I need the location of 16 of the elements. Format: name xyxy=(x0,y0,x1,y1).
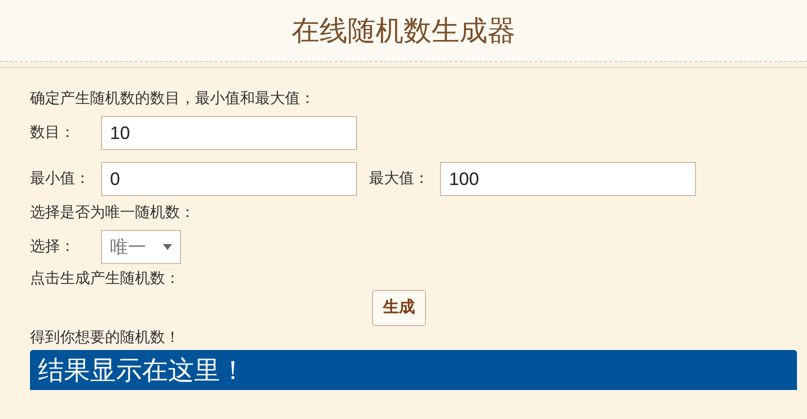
field-label: 最大值： xyxy=(369,168,430,189)
caret-icon xyxy=(163,244,172,250)
input-field[interactable]: 100 xyxy=(440,162,696,196)
unique-dropdown[interactable]: 唯一 xyxy=(101,230,181,264)
instruction-text: 得到你想要的随机数！ xyxy=(30,328,180,348)
input-field[interactable]: 0 xyxy=(101,162,357,196)
field-label: 最小值： xyxy=(30,168,91,189)
input-field[interactable]: 10 xyxy=(101,116,357,150)
instruction-text: 确定产生随机数的数目，最小值和最大值： xyxy=(30,89,315,109)
field-label: 数目： xyxy=(30,122,76,143)
instruction-text: 选择是否为唯一随机数： xyxy=(30,203,195,223)
page-title: 在线随机数生成器 xyxy=(292,16,516,44)
result-text: 结果显示在这里！ xyxy=(38,357,246,383)
field-label: 选择： xyxy=(30,236,76,257)
instruction-text: 点击生成产生随机数： xyxy=(30,269,180,289)
generate-button[interactable]: 生成 xyxy=(372,290,426,326)
